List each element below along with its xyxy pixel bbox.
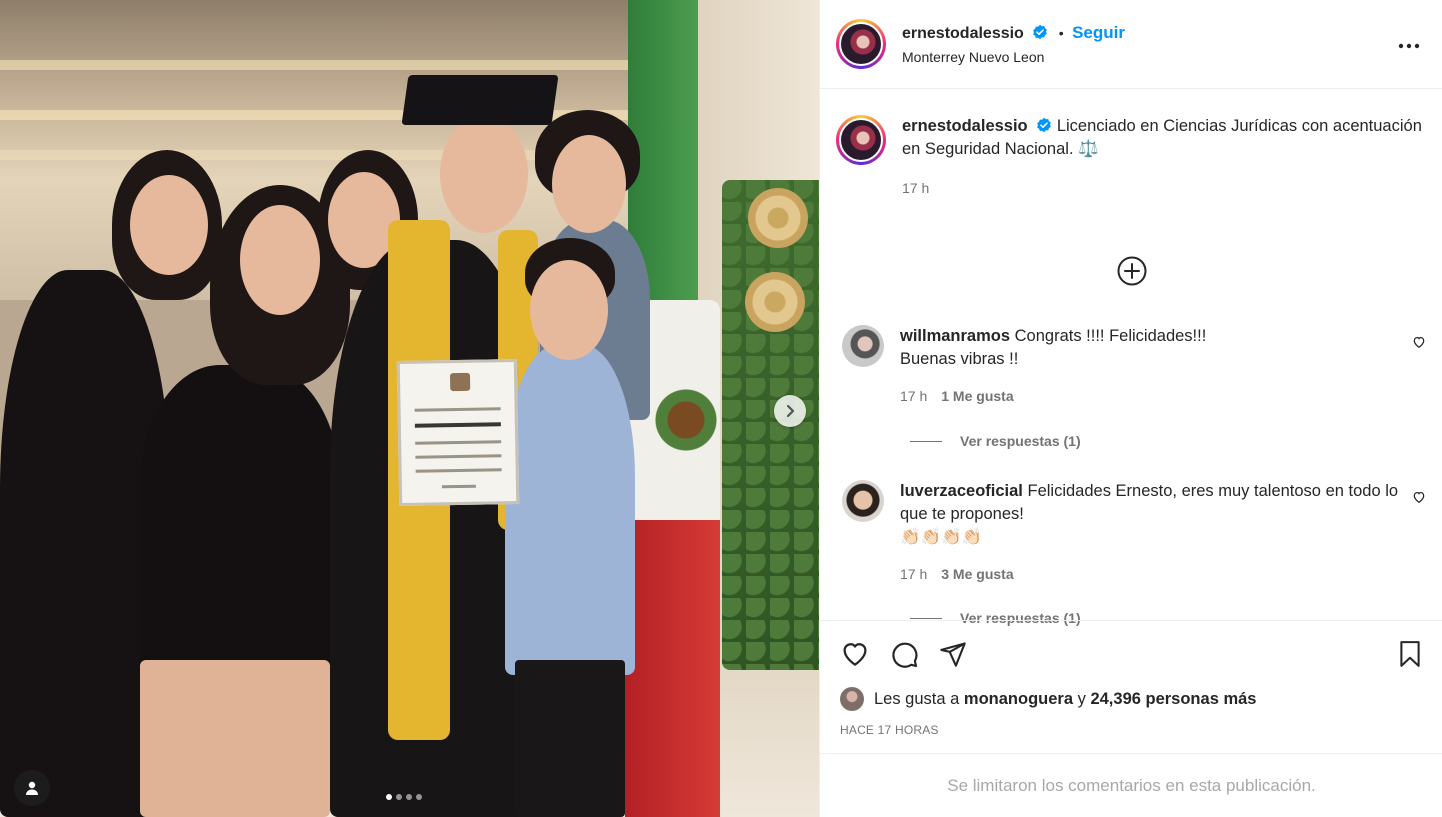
more-options-button[interactable] <box>1398 36 1420 54</box>
likes-joiner: y <box>1077 689 1086 708</box>
author-avatar[interactable] <box>836 19 886 69</box>
carousel-dot <box>416 794 422 800</box>
comment-likes-count[interactable]: 3 Me gusta <box>941 566 1013 582</box>
carousel-dot-active <box>386 794 392 800</box>
replies-divider <box>910 617 942 619</box>
liker-avatar[interactable] <box>840 687 864 711</box>
more-horizontal-icon <box>1398 43 1420 49</box>
save-button[interactable] <box>1397 640 1423 668</box>
boy-pants <box>515 660 625 817</box>
heart-outline-icon <box>1413 491 1425 504</box>
comment-like-button[interactable] <box>1412 490 1426 509</box>
chevron-right-icon <box>786 404 795 418</box>
plus-circle-icon <box>1117 256 1147 286</box>
paper-flower <box>748 188 808 248</box>
post-image[interactable] <box>0 0 819 817</box>
comment-button[interactable] <box>890 640 919 669</box>
comment-text-line2: 👏🏻👏🏻👏🏻👏🏻 <box>900 528 983 546</box>
flag-emblem <box>655 360 717 510</box>
commenter-username[interactable]: willmanramos <box>900 327 1010 345</box>
separator-dot: • <box>1058 25 1064 41</box>
diploma <box>396 358 520 507</box>
verified-badge-icon <box>1037 117 1052 133</box>
follow-button[interactable]: Seguir <box>1072 23 1125 42</box>
boy-shirt <box>505 345 635 675</box>
author-username[interactable]: ernestodalessio <box>902 25 1024 42</box>
comment-like-button[interactable] <box>1412 335 1426 354</box>
comment-item: luverzaceoficial Felicidades Ernesto, er… <box>836 480 1426 586</box>
user-tag-icon <box>26 781 38 795</box>
commenter-username[interactable]: luverzaceoficial <box>900 482 1023 500</box>
replies-divider <box>910 440 942 442</box>
comment-text: Congrats !!!! Felicidades!!! <box>1014 327 1207 345</box>
carousel-indicator <box>386 794 422 800</box>
heart-icon <box>843 643 867 666</box>
post-actions: Les gusta a monanoguera y 24,396 persona… <box>820 620 1442 753</box>
graduate-face <box>440 115 528 233</box>
comments-section: ernestodalessio Licenciado en Ciencias J… <box>820 115 1442 645</box>
person-legs <box>140 660 330 817</box>
heart-outline-icon <box>1413 336 1425 349</box>
comment-bubble-icon <box>892 642 918 668</box>
like-button[interactable] <box>840 639 870 669</box>
hedge-wall <box>722 180 819 670</box>
post-location[interactable]: Monterrey Nuevo Leon <box>902 49 1125 65</box>
liker-username[interactable]: monanoguera <box>964 690 1073 709</box>
carousel-next-button[interactable] <box>774 395 806 427</box>
likes-summary: Les gusta a monanoguera y 24,396 persona… <box>840 687 1423 711</box>
caption-author-avatar[interactable] <box>836 115 886 165</box>
comment-likes-count[interactable]: 1 Me gusta <box>941 388 1013 404</box>
tagged-users-button[interactable] <box>14 770 50 806</box>
graduation-cap <box>401 75 559 125</box>
bookmark-icon <box>1400 641 1420 667</box>
caption-time: 17 h <box>902 180 930 196</box>
paper-flower <box>745 272 805 332</box>
load-more-comments-button[interactable] <box>1117 256 1147 291</box>
carousel-dot <box>396 794 402 800</box>
comment-time: 17 h <box>900 388 928 404</box>
comment-item: willmanramos Congrats !!!! Felicidades!!… <box>836 325 1426 408</box>
person-girl-dress <box>140 365 340 665</box>
paper-plane-icon <box>940 642 966 667</box>
post-side-panel: ernestodalessio • Seguir Monterrey Nuevo… <box>819 0 1442 817</box>
post-header: ernestodalessio • Seguir Monterrey Nuevo… <box>820 0 1442 89</box>
person-face <box>552 135 626 233</box>
verified-badge-icon <box>1033 24 1048 40</box>
comment-time: 17 h <box>900 566 928 582</box>
commenter-avatar[interactable] <box>842 480 884 522</box>
share-button[interactable] <box>939 640 967 668</box>
view-replies-button[interactable]: Ver respuestas (1) <box>910 433 1081 449</box>
comments-limited-notice: Se limitaron los comentarios en esta pub… <box>820 753 1442 817</box>
likes-prefix: Les gusta a <box>874 689 960 708</box>
commenter-avatar[interactable] <box>842 325 884 367</box>
post-caption: ernestodalessio Licenciado en Ciencias J… <box>836 115 1426 200</box>
carousel-dot <box>406 794 412 800</box>
boy-face <box>530 260 608 360</box>
comment-text-line2: Buenas vibras !! <box>900 350 1019 368</box>
flag-red-stripe <box>625 520 720 817</box>
view-replies-label: Ver respuestas (1) <box>960 433 1081 449</box>
likes-count[interactable]: 24,396 personas más <box>1090 690 1256 709</box>
person-face <box>240 205 320 315</box>
person-face <box>130 175 208 275</box>
post-time-ago[interactable]: HACE 17 HORAS <box>840 723 1423 737</box>
caption-username[interactable]: ernestodalessio <box>902 117 1028 135</box>
